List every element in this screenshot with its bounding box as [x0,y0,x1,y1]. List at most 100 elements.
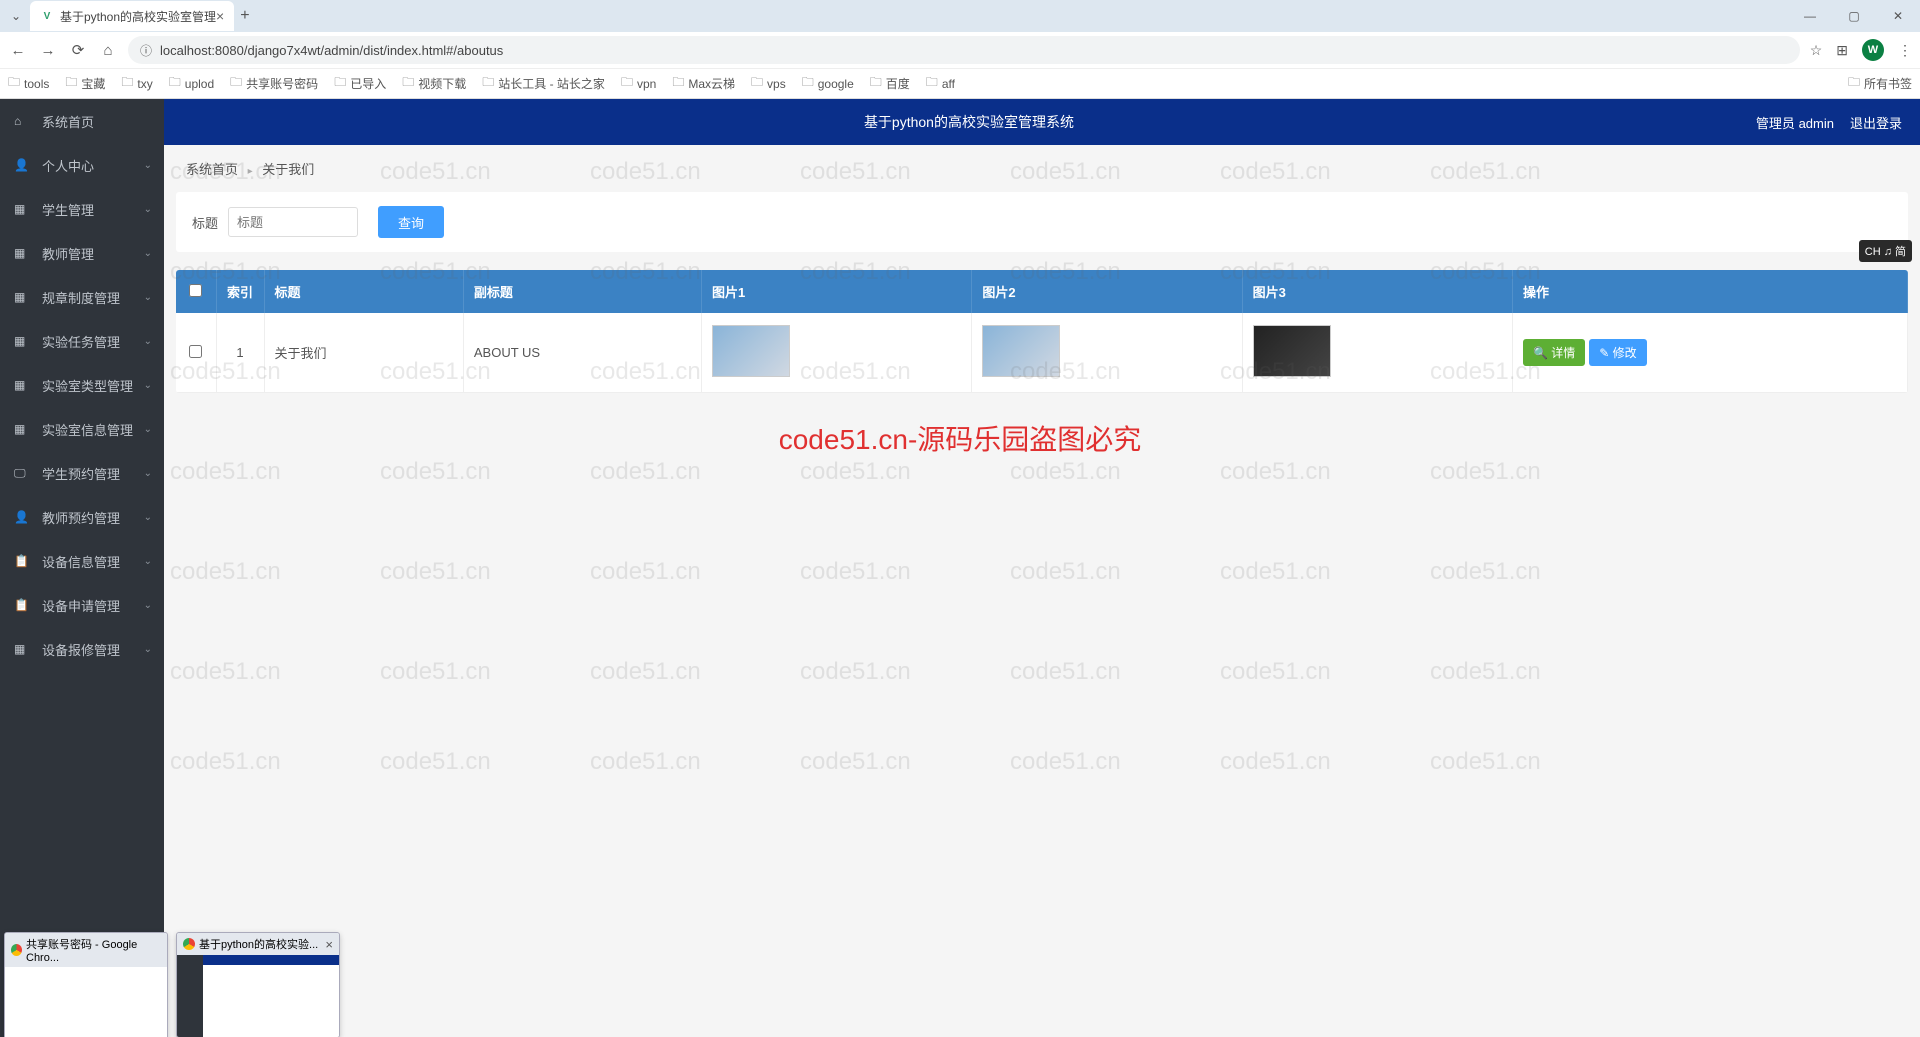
bookmark-item[interactable]: 🗀百度 [870,73,910,94]
bookmark-item[interactable]: 🗀aff [926,73,955,94]
search-label: 标题 [192,213,218,232]
maximize-button[interactable]: ▢ [1832,0,1876,32]
select-all-cell [176,270,216,313]
grid-icon: ▦ [14,246,32,260]
bookmark-item[interactable]: 🗀google [802,73,854,94]
window-controls: — ▢ ✕ [1788,0,1920,32]
home-button[interactable]: ⌂ [98,42,118,59]
extensions-icon[interactable]: ⊞ [1836,42,1848,59]
bookmark-item[interactable]: 🗀vps [751,73,786,94]
all-bookmarks[interactable]: 🗀所有书签 [1848,73,1912,94]
chevron-down-icon: ⌄ [144,292,152,303]
user-icon: 👤 [14,158,32,172]
taskbar-preview[interactable]: 共享账号密码 - Google Chro... [4,932,168,1037]
col-img2: 图片2 [972,270,1242,313]
sidebar-item-9[interactable]: 👤教师预约管理⌄ [0,495,164,539]
chevron-down-icon: ⌄ [144,600,152,611]
bookmark-item[interactable]: 🗀txy [121,73,152,94]
cell-index: 1 [216,313,264,393]
row-checkbox[interactable] [189,345,202,358]
breadcrumb-home[interactable]: 系统首页 [186,162,238,177]
sidebar-item-10[interactable]: 📋设备信息管理⌄ [0,539,164,583]
image-thumb[interactable] [1253,325,1331,377]
new-tab-button[interactable]: + [240,7,249,25]
bookmark-item[interactable]: 🗀uplod [169,73,214,94]
task-title-text: 共享账号密码 - Google Chro... [26,936,161,964]
select-all-checkbox[interactable] [189,284,202,297]
sidebar-item-label: 设备报修管理 [42,640,120,659]
grid-icon: ▦ [14,378,32,392]
bookmark-item[interactable]: 🗀视频下载 [402,73,466,94]
bookmark-item[interactable]: 🗀宝藏 [65,73,105,94]
image-thumb[interactable] [712,325,790,377]
folder-icon: 🗀 [402,73,414,94]
sidebar-item-4[interactable]: ▦ 规章制度管理 ⌄ [0,275,164,319]
bookmark-star-icon[interactable]: ☆ [1810,42,1823,59]
grid-icon: ▦ [14,422,32,436]
browser-chrome: ⌄ V 基于python的高校实验室管理 × + — ▢ ✕ ← → ⟳ ⌂ ⓘ… [0,0,1920,99]
sidebar-item-7[interactable]: ▦实验室信息管理⌄ [0,407,164,451]
grid-icon: ▦ [14,642,32,656]
grid-icon: ▦ [14,290,32,304]
sidebar-item-8[interactable]: 🖵学生预约管理⌄ [0,451,164,495]
taskbar-preview[interactable]: 基于python的高校实验...× [176,932,340,1037]
chrome-icon [11,944,22,956]
search-button[interactable]: 查询 [378,206,444,238]
bookmark-item[interactable]: 🗀tools [8,73,49,94]
bookmark-item[interactable]: 🗀已导入 [334,73,386,94]
bookmark-item[interactable]: 🗀站长工具 - 站长之家 [482,73,605,94]
chevron-down-icon: ⌄ [144,248,152,259]
close-icon[interactable]: × [216,8,224,24]
back-button[interactable]: ← [8,42,28,59]
chrome-icon [183,938,195,950]
cell-actions: 🔍 详情✎ 修改 [1512,313,1907,393]
reload-button[interactable]: ⟳ [68,41,88,59]
sidebar-item-label: 规章制度管理 [42,288,120,307]
profile-avatar[interactable]: W [1862,39,1884,61]
chevron-down-icon: ⌄ [144,204,152,215]
sidebar-item-5[interactable]: ▦实验任务管理⌄ [0,319,164,363]
url-input[interactable]: ⓘ localhost:8080/django7x4wt/admin/dist/… [128,36,1800,64]
sidebar-item-0[interactable]: ⌂系统首页 [0,99,164,143]
bookmark-item[interactable]: 🗀Max云梯 [672,73,735,94]
sidebar-item-11[interactable]: 📋设备申请管理⌄ [0,583,164,627]
folder-icon: 🗀 [169,73,181,94]
col-actions: 操作 [1512,270,1907,313]
folder-icon: 🗀 [230,73,242,94]
chevron-down-icon: ⌄ [144,468,152,479]
browser-tab[interactable]: V 基于python的高校实验室管理 × [30,1,234,31]
bookmark-item[interactable]: 🗀共享账号密码 [230,73,318,94]
image-thumb[interactable] [982,325,1060,377]
sidebar-item-3[interactable]: ▦教师管理⌄ [0,231,164,275]
sidebar-item-2[interactable]: ▦学生管理⌄ [0,187,164,231]
address-bar: ← → ⟳ ⌂ ⓘ localhost:8080/django7x4wt/adm… [0,32,1920,68]
search-input[interactable] [228,207,358,237]
chevron-down-icon: ⌄ [144,644,152,655]
tabs-dropdown[interactable]: ⌄ [8,9,24,23]
close-window-button[interactable]: ✕ [1876,0,1920,32]
sidebar-item-label: 教师预约管理 [42,508,120,527]
sidebar-item-label: 设备信息管理 [42,552,120,571]
task-thumbnail [177,955,339,1037]
detail-button[interactable]: 🔍 详情 [1523,339,1585,366]
chevron-down-icon: ⌄ [144,512,152,523]
sidebar-item-6[interactable]: ▦实验室类型管理⌄ [0,363,164,407]
minimize-button[interactable]: — [1788,0,1832,32]
clip-icon: 📋 [14,598,32,612]
page-title: 基于python的高校实验室管理系统 [182,112,1756,132]
logout-link[interactable]: 退出登录 [1850,113,1902,132]
cell-title: 关于我们 [264,313,463,393]
forward-button[interactable]: → [38,42,58,59]
menu-icon[interactable]: ⋮ [1898,42,1912,59]
sidebar-item-12[interactable]: ▦ 设备报修管理 ⌄ [0,627,164,671]
edit-button[interactable]: ✎ 修改 [1589,339,1646,366]
ime-indicator[interactable]: CH ♫ 简 [1859,240,1912,262]
search-panel: 标题 查询 [176,192,1908,252]
home-icon: ⌂ [14,114,32,128]
sidebar-item-label: 学生预约管理 [42,464,120,483]
sidebar-item-1[interactable]: 👤个人中心⌄ [0,143,164,187]
site-info-icon[interactable]: ⓘ [140,42,152,59]
close-icon[interactable]: × [325,937,333,952]
topbar: 基于python的高校实验室管理系统 管理员 admin 退出登录 [164,99,1920,145]
bookmark-item[interactable]: 🗀vpn [621,73,656,94]
